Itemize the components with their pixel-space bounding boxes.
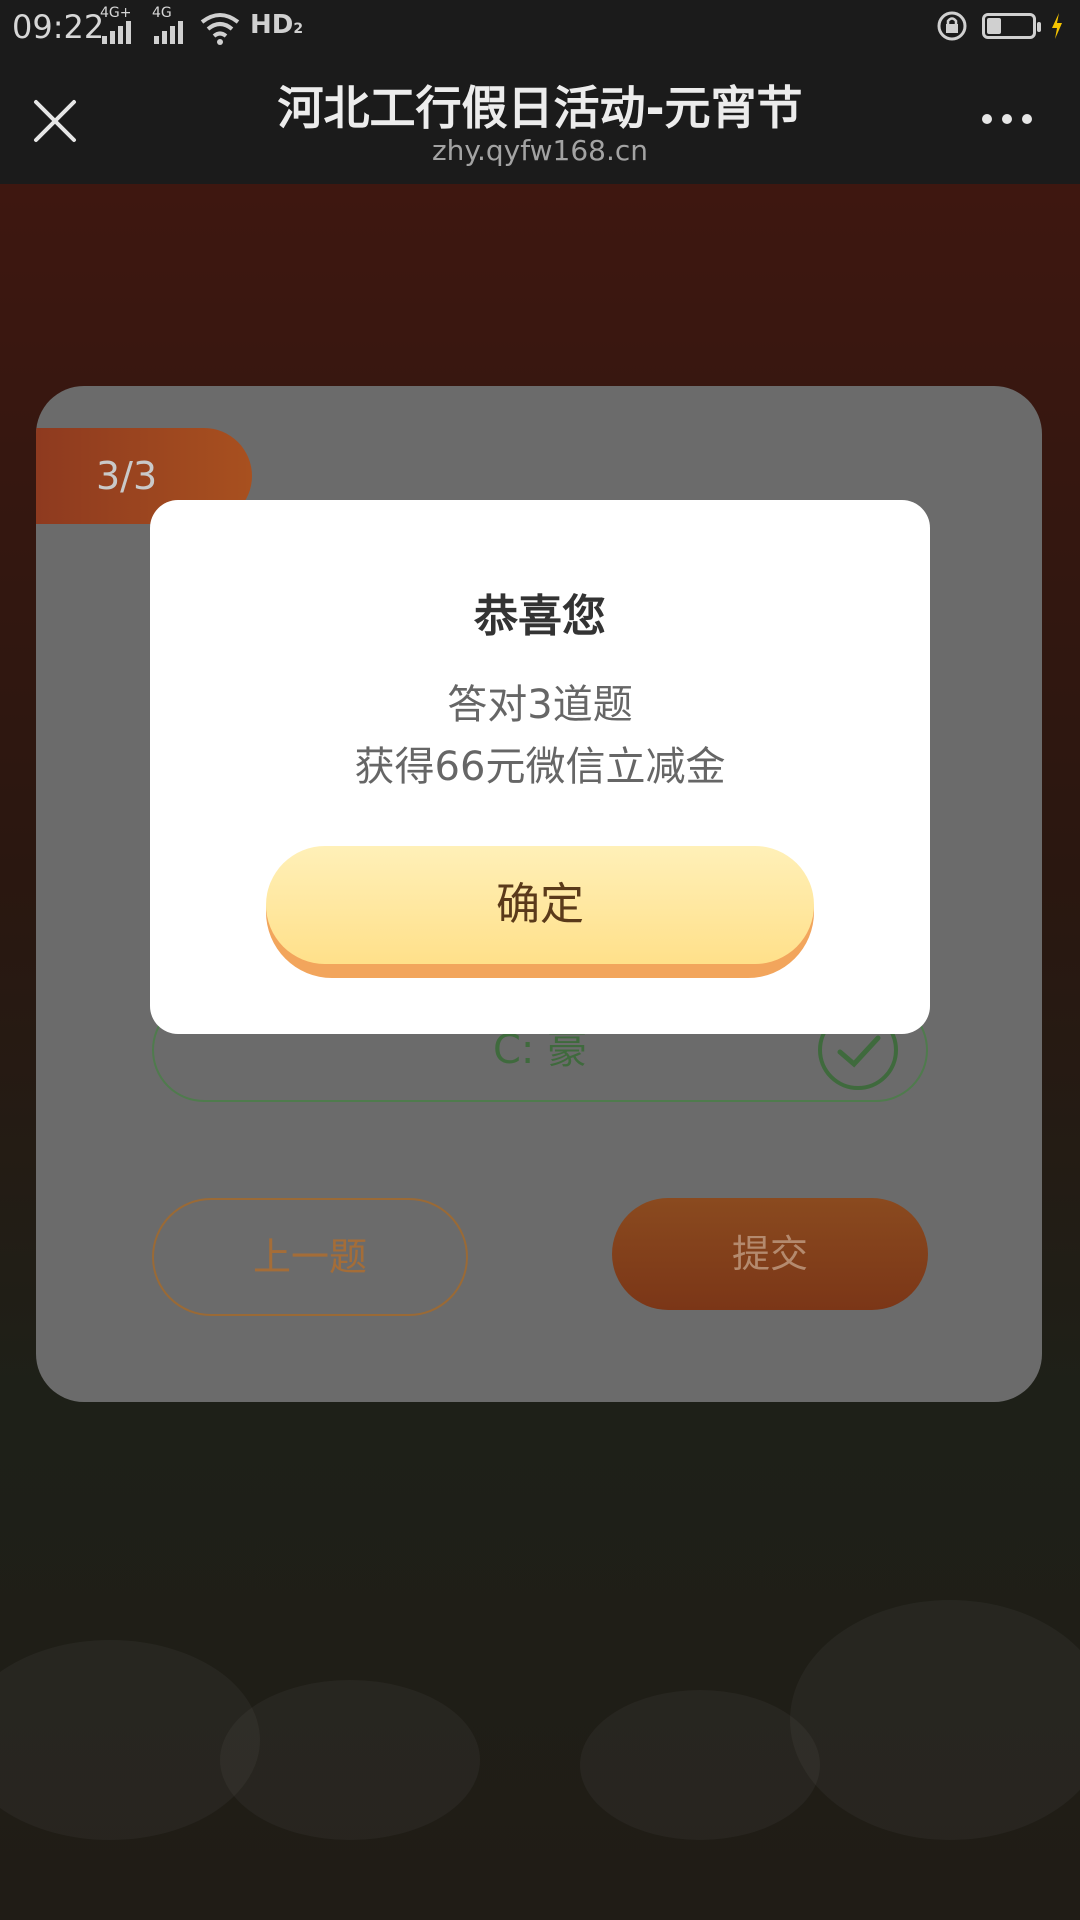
previous-question-button[interactable]: 上一题 [152, 1198, 468, 1316]
signal-bars-icon-2 [154, 21, 183, 44]
network-type-2: 4G [152, 5, 172, 21]
signal-bars-icon [102, 21, 131, 44]
cloud-decoration [790, 1600, 1080, 1840]
submit-button[interactable]: 提交 [612, 1198, 928, 1310]
page-title: 河北工行假日活动-元宵节 [277, 81, 803, 135]
signal-icon-1: 4G+ [100, 5, 132, 44]
hd-label: HD [250, 10, 294, 40]
battery-icon [982, 13, 1041, 39]
wifi-icon [200, 13, 240, 45]
more-dot-icon [1002, 114, 1012, 124]
status-right-icons [936, 10, 1064, 42]
rotation-lock-icon [937, 11, 967, 41]
app-header: 河北工行假日活动-元宵节 zhy.qyfw168.cn [0, 58, 1080, 184]
page-url: zhy.qyfw168.cn [431, 134, 648, 167]
status-bar: 09:22 4G+ 4G HD2 [0, 0, 1080, 58]
more-options-button[interactable] [982, 114, 1032, 124]
hd-voice-icon: HD2 [250, 10, 303, 40]
more-dot-icon [982, 114, 992, 124]
signal-icon-2: 4G [152, 5, 183, 44]
modal-title: 恭喜您 [474, 591, 606, 642]
more-dot-icon [1022, 114, 1032, 124]
confirm-button-label: 确定 [266, 846, 814, 964]
status-time: 09:22 [12, 8, 105, 46]
confirm-button[interactable]: 确定 [266, 846, 814, 978]
charging-icon [1052, 13, 1062, 39]
congrats-modal: 恭喜您 答对3道题 获得66元微信立减金 确定 [150, 500, 930, 1034]
hd-sub-label: 2 [293, 21, 304, 37]
cloud-decoration [580, 1690, 820, 1840]
cloud-decoration [220, 1680, 480, 1840]
network-type-1: 4G+ [100, 5, 132, 21]
modal-reward-text: 获得66元微信立减金 [354, 744, 726, 790]
cloud-decoration [0, 1640, 260, 1840]
modal-result-text: 答对3道题 [447, 682, 633, 728]
